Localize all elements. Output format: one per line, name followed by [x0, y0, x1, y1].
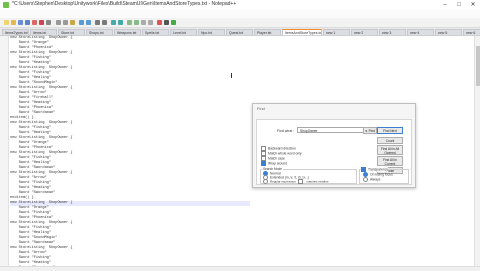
copy-icon[interactable]	[63, 19, 68, 25]
document-tab[interactable]: new 3	[379, 29, 406, 35]
always-radio[interactable]: Always	[363, 177, 380, 182]
status-bar	[0, 266, 480, 271]
new-file-icon[interactable]	[4, 19, 9, 25]
find-what-label: Find what :	[277, 129, 295, 133]
find-all-current-button[interactable]: Find All in Current Document	[377, 156, 403, 166]
close-all-icon[interactable]	[39, 19, 44, 25]
save-icon[interactable]	[18, 19, 23, 25]
document-tab[interactable]: new 5	[435, 29, 462, 35]
find-icon[interactable]	[95, 19, 100, 25]
radio-dot[interactable]	[263, 179, 268, 184]
menu-bar: File Edit Search View Encoding Language …	[0, 10, 480, 26]
matches-newline-label: . matches newline	[304, 179, 329, 184]
on-losing-focus-label: On losing focus	[370, 172, 393, 177]
save-all-icon[interactable]	[25, 19, 30, 25]
find-dialog: Find FindReplaceFind in FilesMark Find w…	[252, 103, 416, 188]
print-icon[interactable]	[46, 19, 51, 25]
zoom-out-icon[interactable]	[118, 19, 123, 25]
undo-icon[interactable]	[79, 19, 84, 25]
document-tab-bar: ItemsTypes.txt Items.txt Store.txt Shops.tx…	[0, 28, 480, 36]
document-tab[interactable]: new 1	[323, 29, 350, 35]
scrollbar-thumb[interactable]	[476, 46, 480, 86]
document-tab[interactable]: Level.txt	[170, 29, 197, 35]
count-button[interactable]: Count	[377, 137, 403, 144]
document-tab[interactable]: Shops.txt	[86, 29, 113, 35]
paste-icon[interactable]	[70, 19, 75, 25]
toolbar	[0, 18, 480, 28]
checkbox-box[interactable]	[297, 179, 303, 184]
sync-scroll-icon[interactable]	[127, 19, 132, 25]
checkbox-box[interactable]	[261, 161, 266, 166]
document-tab[interactable]: Items.txt	[30, 29, 57, 35]
dialog-title: Find	[257, 106, 265, 111]
swap-find-button[interactable]: ⇅ Find	[363, 127, 377, 134]
play-macro-icon[interactable]	[171, 19, 176, 25]
record-macro-icon[interactable]	[157, 19, 162, 25]
open-file-icon[interactable]	[11, 19, 16, 25]
regex-radio[interactable]: Regular expression . matches newline	[263, 179, 329, 184]
indent-guide-icon[interactable]	[148, 19, 153, 25]
wrap-around-checkbox[interactable]: Wrap around	[261, 161, 287, 166]
show-all-chars-icon[interactable]	[141, 19, 146, 25]
find-all-opened-button[interactable]: Find All in All Opened Documents	[377, 145, 403, 155]
find-what-value: ShopOwner	[300, 129, 318, 133]
vertical-scrollbar[interactable]	[474, 36, 480, 266]
mouse-cursor-icon	[231, 73, 232, 78]
code-text[interactable]: new StoreListing ShopOwner { Sword "Oran…	[10, 36, 250, 271]
document-tab[interactable]: Store.txt	[58, 29, 85, 35]
word-wrap-icon[interactable]	[134, 19, 139, 25]
notepad-plus-plus-icon	[3, 2, 9, 8]
zoom-in-icon[interactable]	[111, 19, 116, 25]
dialog-body: Find what : ShopOwner ▼ ⇅ Find Find Next…	[256, 119, 412, 185]
redo-icon[interactable]	[86, 19, 91, 25]
document-tab[interactable]: Quest.txt	[226, 29, 253, 35]
always-label: Always	[370, 177, 381, 182]
document-tab[interactable]: new 4	[407, 29, 434, 35]
document-tab[interactable]: new 2	[351, 29, 378, 35]
backward-label: Backward direction	[268, 146, 296, 151]
document-tab[interactable]: new 6	[463, 29, 480, 35]
radio-dot[interactable]	[363, 177, 368, 182]
document-tab[interactable]: Spells.txt	[142, 29, 169, 35]
minimize-button[interactable]: –	[438, 0, 452, 10]
document-tab[interactable]: Weapons.txt	[114, 29, 141, 35]
whole-word-label: Match whole word only	[268, 151, 302, 156]
close-file-icon[interactable]	[32, 19, 37, 25]
document-tab[interactable]: Npc.txt	[198, 29, 225, 35]
transparency-label: Transparency	[368, 167, 389, 172]
replace-icon[interactable]	[102, 19, 107, 25]
close-button[interactable]: ✕	[466, 0, 480, 10]
document-tab[interactable]: ItemsTypes.txt	[2, 29, 29, 35]
document-tab[interactable]: ItemsAndStoreTypes.txt	[282, 29, 322, 35]
wrap-around-label: Wrap around	[268, 161, 287, 166]
maximize-button[interactable]: □	[452, 0, 466, 10]
regex-label: Regular expression	[270, 179, 296, 184]
window-title: *C:\Users\Stephen\Desktop\Unitywork\File…	[12, 1, 237, 7]
match-case-label: Match case	[268, 156, 285, 161]
line-number-gutter	[0, 36, 9, 266]
stop-macro-icon[interactable]	[164, 19, 169, 25]
cut-icon[interactable]	[56, 19, 61, 25]
find-next-button[interactable]: Find Next	[377, 127, 403, 134]
document-tab[interactable]: Player.txt	[254, 29, 281, 35]
